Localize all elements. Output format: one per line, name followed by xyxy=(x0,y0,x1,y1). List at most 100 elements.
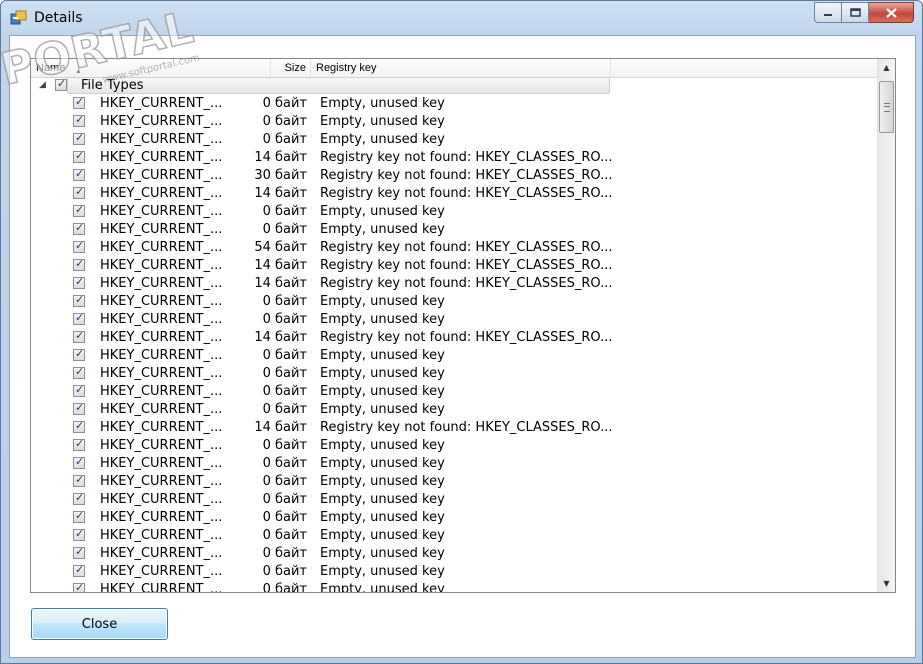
list-item[interactable]: HKEY_CURRENT_...0 байтEmpty, unused key xyxy=(31,95,877,113)
list-item[interactable]: HKEY_CURRENT_...0 байтEmpty, unused key xyxy=(31,455,877,473)
title-bar[interactable]: Details xyxy=(1,1,922,35)
row-registry-key: Empty, unused key xyxy=(320,96,445,111)
row-checkbox[interactable] xyxy=(73,293,85,307)
row-size: 54 байт xyxy=(254,240,307,255)
row-size: 14 байт xyxy=(254,150,307,165)
row-registry-key: Empty, unused key xyxy=(320,366,445,381)
row-registry-key: Registry key not found: HKEY_CLASSES_RO.… xyxy=(320,258,613,273)
scrollbar-thumb[interactable] xyxy=(879,81,894,133)
row-registry-key: Empty, unused key xyxy=(320,564,445,579)
row-checkbox[interactable] xyxy=(73,167,85,181)
row-checkbox[interactable] xyxy=(73,473,85,487)
list-item[interactable]: HKEY_CURRENT_...0 байтEmpty, unused key xyxy=(31,347,877,365)
scroll-up-button[interactable]: ▲ xyxy=(878,59,895,76)
row-checkbox[interactable] xyxy=(73,455,85,469)
row-checkbox[interactable] xyxy=(73,329,85,343)
vertical-scrollbar[interactable]: ▲ ▼ xyxy=(877,59,895,592)
row-size: 0 байт xyxy=(262,510,307,525)
row-checkbox[interactable] xyxy=(73,113,85,127)
column-registry-key-label: Registry key xyxy=(316,62,377,74)
list-item[interactable]: HKEY_CURRENT_...0 байтEmpty, unused key xyxy=(31,545,877,563)
list-item[interactable]: HKEY_CURRENT_...0 байтEmpty, unused key xyxy=(31,581,877,593)
row-checkbox[interactable] xyxy=(73,437,85,451)
row-checkbox[interactable] xyxy=(73,203,85,217)
group-checkbox[interactable] xyxy=(55,77,67,91)
list-item[interactable]: HKEY_CURRENT_...14 байтRegistry key not … xyxy=(31,257,877,275)
row-checkbox[interactable] xyxy=(73,365,85,379)
minimize-icon xyxy=(824,13,832,16)
list-item[interactable]: HKEY_CURRENT_...14 байтRegistry key not … xyxy=(31,185,877,203)
row-registry-key: Registry key not found: HKEY_CLASSES_RO.… xyxy=(320,420,613,435)
list-item[interactable]: HKEY_CURRENT_...0 байтEmpty, unused key xyxy=(31,473,877,491)
scroll-down-button[interactable]: ▼ xyxy=(878,575,895,592)
list-item[interactable]: HKEY_CURRENT_...0 байтEmpty, unused key xyxy=(31,311,877,329)
row-checkbox[interactable] xyxy=(73,131,85,145)
row-registry-key: Empty, unused key xyxy=(320,456,445,471)
row-checkbox[interactable] xyxy=(73,185,85,199)
list-item[interactable]: HKEY_CURRENT_...0 байтEmpty, unused key xyxy=(31,365,877,383)
close-window-button[interactable] xyxy=(869,2,914,23)
list-item[interactable]: HKEY_CURRENT_...0 байтEmpty, unused key xyxy=(31,131,877,149)
row-checkbox[interactable] xyxy=(73,95,85,109)
list-item[interactable]: HKEY_CURRENT_...0 байтEmpty, unused key xyxy=(31,527,877,545)
row-checkbox[interactable] xyxy=(73,149,85,163)
close-button[interactable]: Close xyxy=(31,608,168,640)
row-checkbox[interactable] xyxy=(73,221,85,235)
row-checkbox[interactable] xyxy=(73,419,85,433)
list-item[interactable]: HKEY_CURRENT_...14 байтRegistry key not … xyxy=(31,275,877,293)
scrollbar-grip-icon xyxy=(884,103,890,112)
row-registry-key: Empty, unused key xyxy=(320,582,445,593)
list-item[interactable]: HKEY_CURRENT_...54 байтRegistry key not … xyxy=(31,239,877,257)
row-registry-key: Empty, unused key xyxy=(320,402,445,417)
list-item[interactable]: HKEY_CURRENT_...14 байтRegistry key not … xyxy=(31,329,877,347)
list-item[interactable]: HKEY_CURRENT_...0 байтEmpty, unused key xyxy=(31,383,877,401)
list-item[interactable]: HKEY_CURRENT_...0 байтEmpty, unused key xyxy=(31,509,877,527)
list-item[interactable]: HKEY_CURRENT_...0 байтEmpty, unused key xyxy=(31,437,877,455)
close-icon xyxy=(885,7,897,18)
row-checkbox[interactable] xyxy=(73,311,85,325)
row-checkbox[interactable] xyxy=(73,401,85,415)
row-registry-key: Empty, unused key xyxy=(320,132,445,147)
list-item[interactable]: HKEY_CURRENT_...30 байтRegistry key not … xyxy=(31,167,877,185)
group-header-file-types[interactable]: ◢ File Types xyxy=(31,77,877,95)
list-item[interactable]: HKEY_CURRENT_...0 байтEmpty, unused key xyxy=(31,221,877,239)
row-size: 0 байт xyxy=(262,132,307,147)
column-header-name[interactable]: Name ▲ xyxy=(31,59,271,77)
row-checkbox[interactable] xyxy=(73,383,85,397)
row-checkbox[interactable] xyxy=(73,275,85,289)
row-checkbox[interactable] xyxy=(73,581,85,592)
row-checkbox[interactable] xyxy=(73,509,85,523)
list-item[interactable]: HKEY_CURRENT_...0 байтEmpty, unused key xyxy=(31,293,877,311)
row-checkbox[interactable] xyxy=(73,347,85,361)
row-checkbox[interactable] xyxy=(73,491,85,505)
column-header-size[interactable]: Size xyxy=(271,59,311,77)
row-checkbox[interactable] xyxy=(73,527,85,541)
list-item[interactable]: HKEY_CURRENT_...0 байтEmpty, unused key xyxy=(31,491,877,509)
row-checkbox[interactable] xyxy=(73,545,85,559)
row-registry-key: Empty, unused key xyxy=(320,510,445,525)
list-item[interactable]: HKEY_CURRENT_...0 байтEmpty, unused key xyxy=(31,401,877,419)
row-size: 14 байт xyxy=(254,258,307,273)
details-list[interactable]: Name ▲ Size Registry key ◢ File Types HK… xyxy=(30,58,896,593)
details-window: Details Name ▲ Size Registry key ◢ ✓ Fil… xyxy=(0,0,923,664)
maximize-button[interactable] xyxy=(842,2,869,23)
list-header: Name ▲ Size Registry key xyxy=(31,59,877,78)
list-rows: ◢ File Types HKEY_CURRENT_...0 байтEmpty… xyxy=(31,77,877,593)
row-registry-key: Registry key not found: HKEY_CLASSES_RO.… xyxy=(320,240,613,255)
row-registry-key: Registry key not found: HKEY_CLASSES_RO.… xyxy=(320,330,613,345)
list-item[interactable]: HKEY_CURRENT_...0 байтEmpty, unused key xyxy=(31,203,877,221)
list-item[interactable]: HKEY_CURRENT_...0 байтEmpty, unused key xyxy=(31,563,877,581)
column-header-registry-key[interactable]: Registry key xyxy=(311,59,611,77)
row-registry-key: Empty, unused key xyxy=(320,384,445,399)
row-registry-key: Empty, unused key xyxy=(320,474,445,489)
row-checkbox[interactable] xyxy=(73,257,85,271)
row-checkbox[interactable] xyxy=(73,563,85,577)
list-item[interactable]: HKEY_CURRENT_...0 байтEmpty, unused key xyxy=(31,113,877,131)
collapse-arrow-icon[interactable]: ◢ xyxy=(39,80,46,90)
row-size: 30 байт xyxy=(254,168,307,183)
list-item[interactable]: HKEY_CURRENT_...14 байтRegistry key not … xyxy=(31,419,877,437)
row-size: 0 байт xyxy=(262,114,307,129)
row-checkbox[interactable] xyxy=(73,239,85,253)
minimize-button[interactable] xyxy=(814,2,842,23)
list-item[interactable]: HKEY_CURRENT_...14 байтRegistry key not … xyxy=(31,149,877,167)
